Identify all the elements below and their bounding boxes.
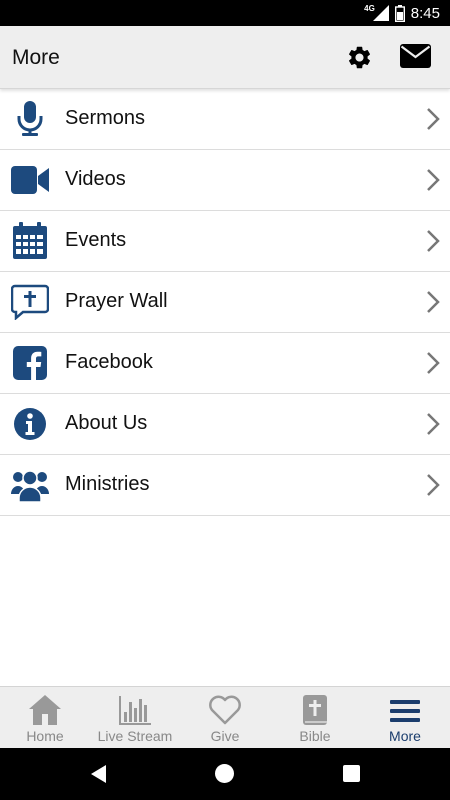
menu-item-label: About Us [65, 412, 148, 434]
home-circle-icon[interactable] [215, 764, 234, 783]
more-menu-list: Sermons Videos Events Prayer Wall Facebo… [0, 89, 450, 516]
nav-tab-more[interactable]: More [360, 687, 450, 748]
chevron-right-icon [427, 474, 440, 496]
system-nav-bar [0, 748, 450, 800]
chevron-right-icon [427, 108, 440, 130]
mail-envelope-icon[interactable] [400, 44, 431, 68]
menu-item-prayer-wall[interactable]: Prayer Wall [0, 272, 450, 333]
people-group-icon [11, 467, 49, 503]
status-time: 8:45 [410, 4, 440, 22]
info-icon [11, 406, 49, 442]
chevron-right-icon [427, 230, 440, 252]
facebook-icon [11, 345, 49, 381]
menu-item-events[interactable]: Events [0, 211, 450, 272]
nav-tab-home[interactable]: Home [0, 687, 90, 748]
nav-tab-label: More [389, 728, 421, 744]
bible-icon [303, 695, 327, 725]
menu-item-ministries[interactable]: Ministries [0, 455, 450, 516]
page-title: More [12, 46, 60, 69]
chevron-right-icon [427, 169, 440, 191]
menu-item-sermons[interactable]: Sermons [0, 89, 450, 150]
chevron-right-icon [427, 413, 440, 435]
microphone-icon [11, 101, 49, 137]
nav-tab-label: Live Stream [97, 728, 173, 744]
app-bar: More [0, 26, 450, 89]
nav-tab-label: Give [210, 728, 240, 744]
home-icon [29, 695, 61, 725]
status-bar: 4G 8:45 [0, 0, 450, 26]
menu-item-videos[interactable]: Videos [0, 150, 450, 211]
battery-icon [394, 4, 405, 22]
menu-item-label: Events [65, 229, 127, 251]
menu-icon [390, 700, 420, 722]
bottom-nav: Home Live Stream Give Bible More [0, 686, 450, 748]
heart-icon [209, 695, 241, 725]
back-icon[interactable] [90, 765, 108, 783]
nav-tab-label: Home [26, 728, 64, 744]
nav-tab-give[interactable]: Give [180, 687, 270, 748]
recents-square-icon[interactable] [343, 765, 360, 782]
chevron-right-icon [427, 291, 440, 313]
nav-tab-label: Bible [299, 728, 331, 744]
menu-item-label: Prayer Wall [65, 290, 168, 312]
status-icons: 4G 8:45 [356, 3, 440, 23]
menu-item-label: Facebook [65, 351, 153, 373]
video-camera-icon [11, 162, 49, 198]
chevron-right-icon [427, 352, 440, 374]
menu-item-facebook[interactable]: Facebook [0, 333, 450, 394]
nav-tab-live-stream[interactable]: Live Stream [90, 687, 180, 748]
network-type: 4G [364, 3, 375, 13]
signal-icon [372, 5, 389, 21]
menu-item-label: Sermons [65, 107, 146, 129]
settings-gear-icon[interactable] [346, 44, 373, 71]
live-stream-icon [119, 696, 151, 725]
menu-item-label: Videos [65, 168, 126, 190]
calendar-icon [11, 222, 49, 259]
nav-tab-bible[interactable]: Bible [270, 687, 360, 748]
prayer-bubble-icon [11, 284, 49, 320]
menu-item-about-us[interactable]: About Us [0, 394, 450, 455]
menu-item-label: Ministries [65, 473, 150, 495]
